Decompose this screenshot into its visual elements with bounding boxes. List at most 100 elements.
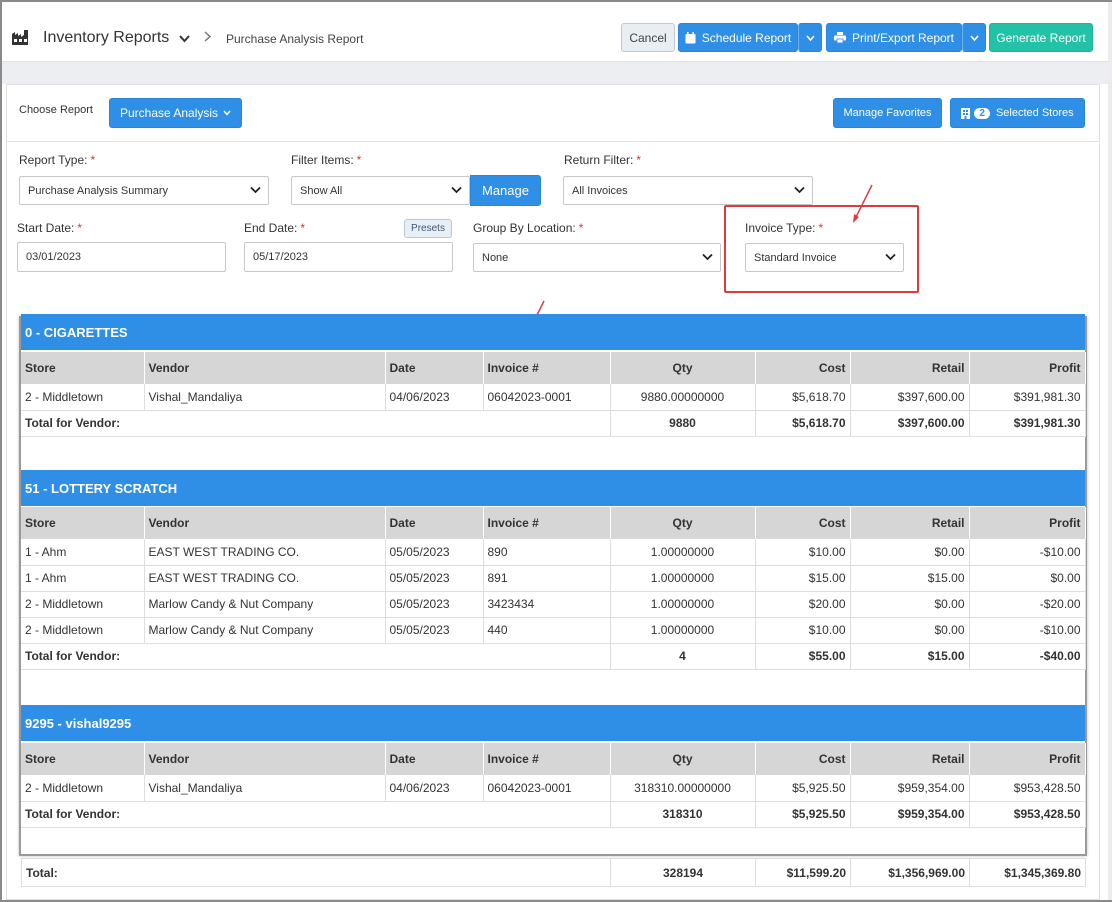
- end-date-input[interactable]: 05/17/2023: [244, 242, 453, 272]
- filter-items-label: Filter Items: *: [291, 153, 362, 167]
- column-header[interactable]: Cost: [755, 507, 851, 539]
- column-header[interactable]: Retail: [850, 507, 970, 539]
- grand-total-cell: 328194: [610, 858, 756, 887]
- table-cell: 440: [483, 617, 611, 644]
- column-header[interactable]: Qty: [610, 352, 756, 384]
- column-header[interactable]: Vendor: [144, 352, 386, 384]
- choose-report-label: Choose Report: [19, 104, 93, 116]
- total-cell: $15.00: [850, 643, 970, 670]
- chevron-right-icon: [204, 30, 212, 45]
- table-cell: $10.00: [755, 539, 851, 566]
- column-header[interactable]: Invoice #: [483, 507, 611, 539]
- column-header[interactable]: Invoice #: [483, 743, 611, 775]
- right-gutter: [1108, 2, 1112, 900]
- print-export-button[interactable]: Print/Export Report: [826, 23, 962, 52]
- table-cell: $5,618.70: [755, 384, 851, 411]
- return-filter-label: Return Filter: *: [564, 153, 642, 167]
- column-header[interactable]: Profit: [969, 352, 1086, 384]
- report-type-select[interactable]: Purchase Analysis Summary: [19, 176, 269, 205]
- chevron-down-icon: [250, 183, 261, 197]
- column-header[interactable]: Date: [385, 352, 484, 384]
- column-header[interactable]: Date: [385, 743, 484, 775]
- filter-items-select[interactable]: Show All: [291, 176, 470, 205]
- column-header[interactable]: Qty: [610, 743, 756, 775]
- generate-report-button[interactable]: Generate Report: [989, 23, 1093, 52]
- end-date-label: End Date: *: [244, 221, 306, 235]
- column-header[interactable]: Invoice #: [483, 352, 611, 384]
- section-header: 9295 - vishal9295: [21, 705, 1085, 741]
- choose-report-dropdown[interactable]: Purchase Analysis: [109, 98, 242, 128]
- vendor-total-row: Total for Vendor: 318310 $5,925.50 $959,…: [21, 801, 1086, 828]
- table-cell: EAST WEST TRADING CO.: [144, 565, 386, 592]
- table-row: 2 - Middletown Vishal_Mandaliya 04/06/20…: [21, 384, 1086, 411]
- grand-total-cell: $1,356,969.00: [850, 858, 970, 887]
- table-row: 1 - Ahm EAST WEST TRADING CO. 05/05/2023…: [21, 565, 1086, 592]
- selected-stores-button[interactable]: 2 Selected Stores: [950, 98, 1085, 128]
- chevron-down-icon[interactable]: [179, 32, 190, 46]
- table-cell: $959,354.00: [850, 775, 970, 802]
- table-cell: 04/06/2023: [385, 384, 484, 411]
- table-cell: -$10.00: [969, 539, 1086, 566]
- total-label: Total for Vendor:: [21, 410, 611, 437]
- section-table: Store Vendor Date Invoice # Qty Cost Ret…: [21, 352, 1086, 437]
- cancel-button[interactable]: Cancel: [621, 23, 675, 52]
- print-export-dropdown[interactable]: [962, 23, 986, 52]
- manage-button[interactable]: Manage: [470, 175, 541, 206]
- return-filter-select[interactable]: All Invoices: [563, 176, 813, 205]
- table-cell: 1 - Ahm: [21, 539, 145, 566]
- manage-favorites-button[interactable]: Manage Favorites: [833, 98, 942, 128]
- column-header[interactable]: Vendor: [144, 507, 386, 539]
- header-divider: [2, 62, 1108, 84]
- table-cell: 04/06/2023: [385, 775, 484, 802]
- table-cell: 890: [483, 539, 611, 566]
- total-cell: $397,600.00: [850, 410, 970, 437]
- printer-icon: [833, 32, 846, 43]
- schedule-report-button[interactable]: Schedule Report: [678, 23, 798, 52]
- table-cell: $5,925.50: [755, 775, 851, 802]
- group-by-location-select[interactable]: None: [473, 243, 721, 272]
- column-header[interactable]: Retail: [850, 743, 970, 775]
- column-header[interactable]: Qty: [610, 507, 756, 539]
- chevron-down-icon: [702, 250, 713, 264]
- table-cell: 05/05/2023: [385, 539, 484, 566]
- breadcrumb: Purchase Analysis Report: [226, 32, 364, 46]
- total-cell: -$40.00: [969, 643, 1086, 670]
- column-header[interactable]: Vendor: [144, 743, 386, 775]
- section-header: 51 - LOTTERY SCRATCH: [21, 470, 1085, 506]
- app-title[interactable]: Inventory Reports: [43, 29, 169, 47]
- table-cell: -$10.00: [969, 617, 1086, 644]
- grand-total-row: Total: 328194 $11,599.20 $1,356,969.00 $…: [21, 858, 1086, 887]
- table-header-row: Store Vendor Date Invoice # Qty Cost Ret…: [21, 743, 1086, 775]
- start-date-input[interactable]: 03/01/2023: [17, 242, 226, 272]
- table-cell: $15.00: [755, 565, 851, 592]
- table-cell: 1.00000000: [610, 565, 756, 592]
- schedule-report-dropdown[interactable]: [798, 23, 822, 52]
- total-cell: $953,428.50: [969, 801, 1086, 828]
- column-header[interactable]: Store: [21, 743, 145, 775]
- column-header[interactable]: Store: [21, 507, 145, 539]
- column-header[interactable]: Cost: [755, 743, 851, 775]
- column-header[interactable]: Cost: [755, 352, 851, 384]
- table-cell: 2 - Middletown: [21, 617, 145, 644]
- total-cell: 318310: [610, 801, 756, 828]
- presets-button[interactable]: Presets: [404, 219, 452, 238]
- section-header: 0 - CIGARETTES: [21, 314, 1085, 350]
- column-header[interactable]: Retail: [850, 352, 970, 384]
- table-cell: 1.00000000: [610, 617, 756, 644]
- total-cell: $391,981.30: [969, 410, 1086, 437]
- table-cell: $391,981.30: [969, 384, 1086, 411]
- store-icon: [961, 107, 971, 119]
- table-row: 2 - Middletown Marlow Candy & Nut Compan…: [21, 617, 1086, 644]
- table-cell: $0.00: [850, 591, 970, 618]
- column-header[interactable]: Date: [385, 507, 484, 539]
- table-cell: $10.00: [755, 617, 851, 644]
- chevron-down-icon: [969, 34, 979, 41]
- chevron-down-icon: [451, 183, 462, 197]
- choose-report-value: Purchase Analysis: [119, 106, 219, 120]
- column-header[interactable]: Profit: [969, 507, 1086, 539]
- table-cell: Marlow Candy & Nut Company: [144, 617, 386, 644]
- grand-total-cell: $1,345,369.80: [969, 858, 1086, 887]
- column-header[interactable]: Store: [21, 352, 145, 384]
- column-header[interactable]: Profit: [969, 743, 1086, 775]
- section-table: Store Vendor Date Invoice # Qty Cost Ret…: [21, 507, 1086, 670]
